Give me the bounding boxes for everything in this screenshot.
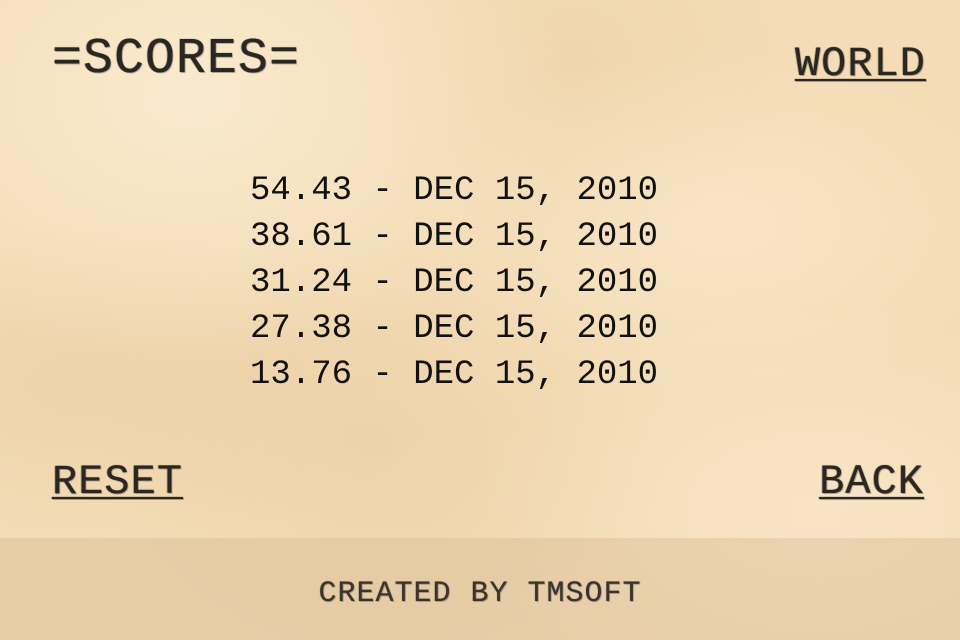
score-value: 27.38	[250, 310, 353, 348]
page-title: =SCORES=	[52, 31, 301, 88]
world-button[interactable]: WORLD	[795, 38, 926, 90]
score-separator: -	[352, 218, 414, 256]
reset-button[interactable]: RESET	[52, 456, 183, 508]
score-date: DEC 15, 2010	[413, 172, 659, 210]
score-value: 54.43	[250, 172, 353, 210]
credit-link[interactable]: CREATED BY TMSOFT	[0, 574, 960, 614]
score-value: 31.24	[250, 264, 353, 302]
score-date: DEC 15, 2010	[413, 218, 659, 256]
score-date: DEC 15, 2010	[413, 310, 659, 348]
score-row: 27.38 - DEC 15, 2010	[250, 306, 658, 352]
back-button[interactable]: BACK	[819, 456, 924, 508]
score-value: 13.76	[250, 356, 353, 394]
score-date: DEC 15, 2010	[413, 356, 659, 394]
score-separator: -	[352, 264, 414, 302]
score-row: 38.61 - DEC 15, 2010	[250, 214, 658, 260]
score-row: 13.76 - DEC 15, 2010	[250, 352, 658, 398]
score-separator: -	[352, 310, 414, 348]
score-separator: -	[352, 356, 414, 394]
score-list: 54.43 - DEC 15, 2010 38.61 - DEC 15, 201…	[250, 168, 658, 398]
score-value: 38.61	[250, 218, 353, 256]
score-date: DEC 15, 2010	[413, 264, 659, 302]
score-row: 54.43 - DEC 15, 2010	[250, 168, 658, 214]
score-separator: -	[352, 172, 414, 210]
score-row: 31.24 - DEC 15, 2010	[250, 260, 658, 306]
